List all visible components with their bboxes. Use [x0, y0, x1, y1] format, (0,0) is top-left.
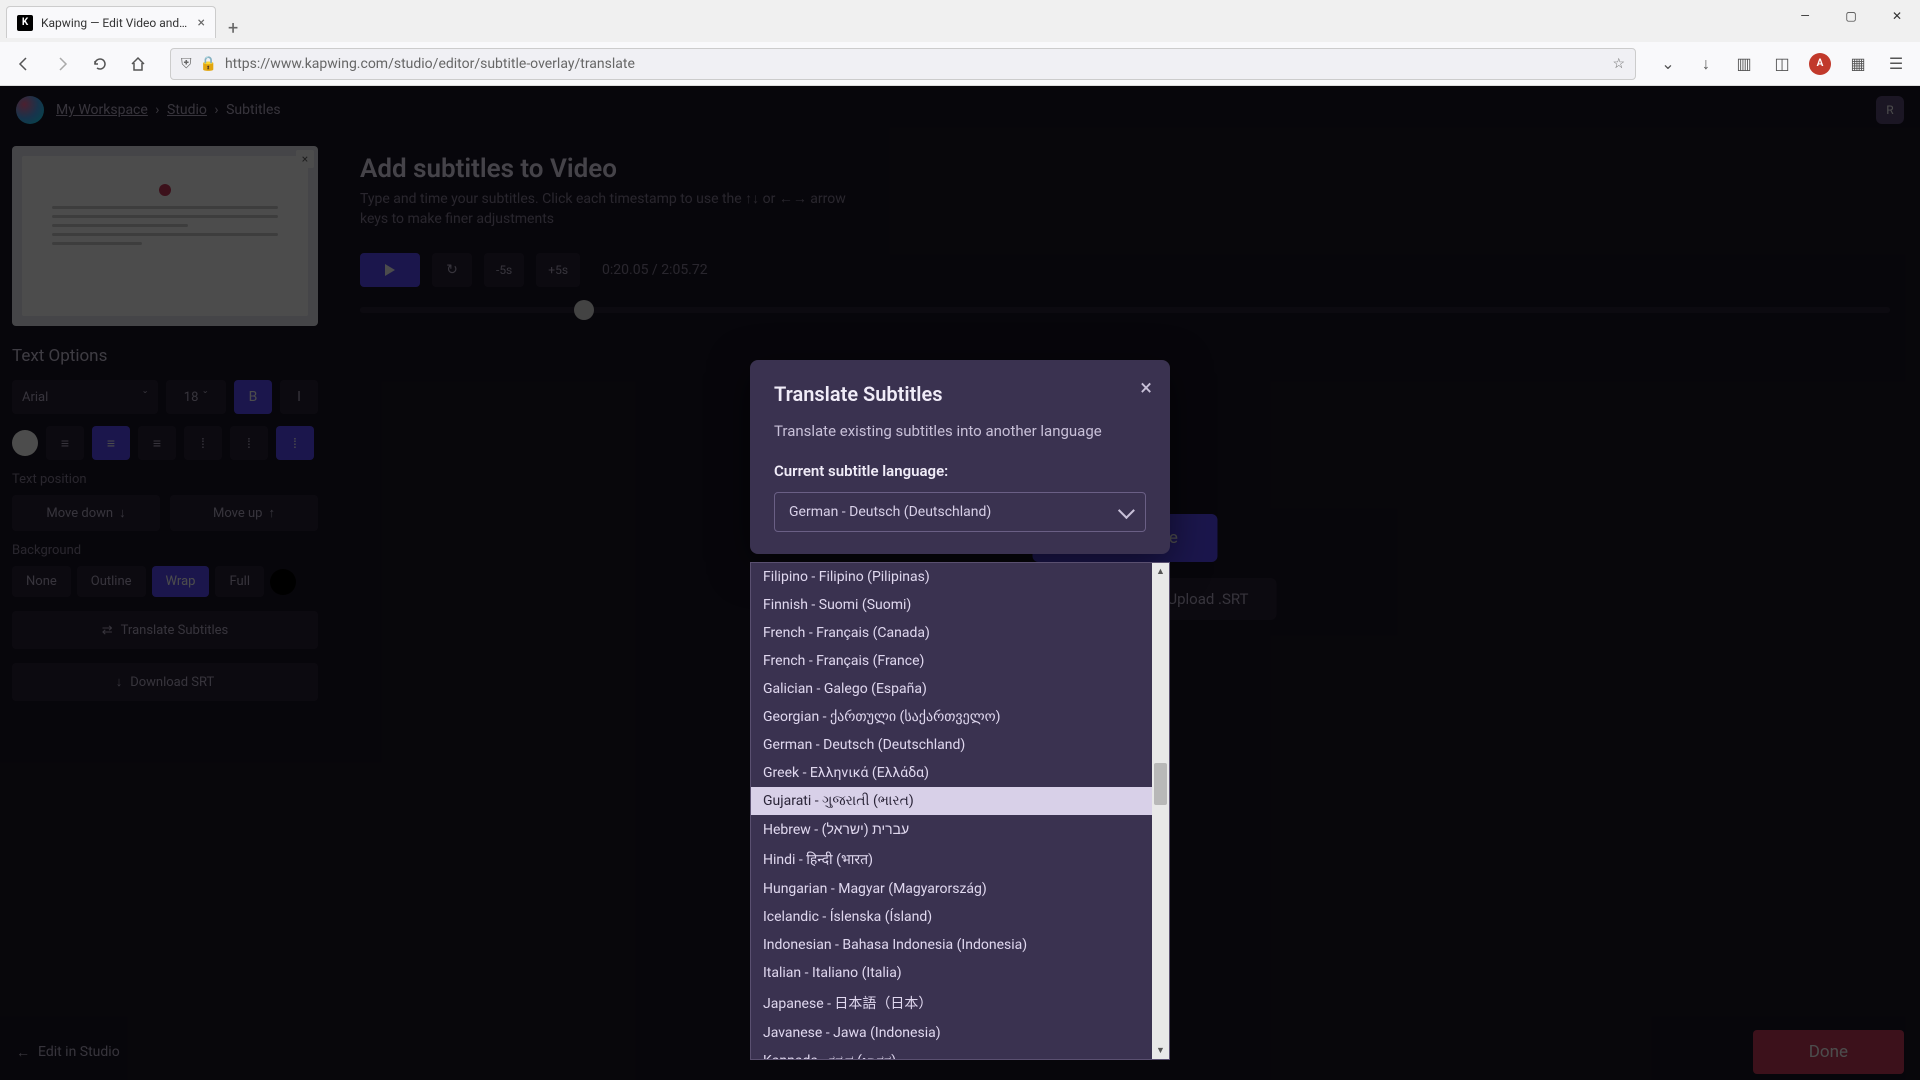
extension-icon[interactable]: ▦	[1842, 48, 1874, 80]
url-bar[interactable]: ⛨ 🔒 https://www.kapwing.com/studio/edito…	[170, 48, 1636, 80]
language-option[interactable]: Indonesian - Bahasa Indonesia (Indonesia…	[751, 931, 1152, 959]
menu-icon[interactable]: ☰	[1880, 48, 1912, 80]
home-button[interactable]	[122, 48, 154, 80]
back-button[interactable]	[8, 48, 40, 80]
language-selected-value: German - Deutsch (Deutschland)	[789, 504, 991, 520]
language-select[interactable]: German - Deutsch (Deutschland)	[774, 492, 1146, 532]
close-window-button[interactable]: ✕	[1874, 0, 1920, 32]
language-option[interactable]: German - Deutsch (Deutschland)	[751, 731, 1152, 759]
tab-close-icon[interactable]: ×	[198, 15, 205, 31]
reload-button[interactable]	[84, 48, 116, 80]
language-option[interactable]: Italian - Italiano (Italia)	[751, 959, 1152, 987]
modal-description: Translate existing subtitles into anothe…	[774, 422, 1146, 440]
browser-toolbar: ⛨ 🔒 https://www.kapwing.com/studio/edito…	[0, 42, 1920, 86]
bookmark-star-icon[interactable]: ☆	[1612, 56, 1625, 72]
language-option[interactable]: Hindi - हिन्दी (भारत)	[751, 844, 1152, 875]
library-icon[interactable]: ▥	[1728, 48, 1760, 80]
forward-button[interactable]	[46, 48, 78, 80]
language-option[interactable]: Gujarati - ગુજરાતી (ભારત)	[751, 787, 1152, 815]
downloads-icon[interactable]: ↓	[1690, 48, 1722, 80]
modal-language-label: Current subtitle language:	[774, 462, 1146, 480]
lock-icon[interactable]: 🔒	[200, 56, 217, 72]
scroll-up-arrow[interactable]: ▲	[1152, 563, 1169, 580]
language-option[interactable]: Galician - Galego (España)	[751, 675, 1152, 703]
language-option[interactable]: Hungarian - Magyar (Magyarország)	[751, 875, 1152, 903]
language-option[interactable]: Filipino - Filipino (Pilipinas)	[751, 563, 1152, 591]
browser-tab[interactable]: K Kapwing — Edit Video and Cre ×	[6, 6, 216, 38]
url-text: https://www.kapwing.com/studio/editor/su…	[225, 56, 1605, 72]
language-option[interactable]: Finnish - Suomi (Suomi)	[751, 591, 1152, 619]
browser-titlebar: K Kapwing — Edit Video and Cre × + — ▢ ✕	[0, 0, 1920, 42]
minimize-button[interactable]: —	[1782, 0, 1828, 32]
maximize-button[interactable]: ▢	[1828, 0, 1874, 32]
language-option[interactable]: Hebrew - (ישראל) עברית	[751, 815, 1152, 844]
language-option[interactable]: Kannada - ಕನ್ನಡ (ಭಾರತ)	[751, 1047, 1152, 1059]
dropdown-scrollbar[interactable]: ▲ ▼	[1152, 563, 1169, 1059]
language-option[interactable]: Greek - Ελληνικά (Ελλάδα)	[751, 759, 1152, 787]
modal-title: Translate Subtitles	[774, 382, 1146, 406]
tab-favicon: K	[17, 15, 33, 31]
language-option[interactable]: French - Français (France)	[751, 647, 1152, 675]
modal-close-button[interactable]: ×	[1140, 376, 1152, 401]
tab-title: Kapwing — Edit Video and Cre	[41, 16, 190, 30]
dropdown-list: Filipino - Filipino (Pilipinas)Finnish -…	[751, 563, 1152, 1059]
shield-icon[interactable]: ⛨	[181, 56, 192, 72]
window-controls: — ▢ ✕	[1782, 0, 1920, 32]
language-dropdown: Filipino - Filipino (Pilipinas)Finnish -…	[750, 562, 1170, 1060]
new-tab-button[interactable]: +	[216, 10, 250, 47]
scroll-down-arrow[interactable]: ▼	[1152, 1042, 1169, 1059]
translate-modal: Translate Subtitles × Translate existing…	[750, 360, 1170, 554]
sidebar-icon[interactable]: ◫	[1766, 48, 1798, 80]
language-option[interactable]: Javanese - Jawa (Indonesia)	[751, 1019, 1152, 1047]
pocket-icon[interactable]: ⌄	[1652, 48, 1684, 80]
language-option[interactable]: Japanese - 日本語（日本）	[751, 987, 1152, 1019]
chevron-down-icon	[1118, 502, 1135, 519]
language-option[interactable]: French - Français (Canada)	[751, 619, 1152, 647]
extension-badge[interactable]: A	[1804, 48, 1836, 80]
language-option[interactable]: Georgian - ქართული (საქართველო)	[751, 703, 1152, 731]
language-option[interactable]: Icelandic - Íslenska (Ísland)	[751, 903, 1152, 931]
scroll-thumb[interactable]	[1154, 763, 1167, 805]
